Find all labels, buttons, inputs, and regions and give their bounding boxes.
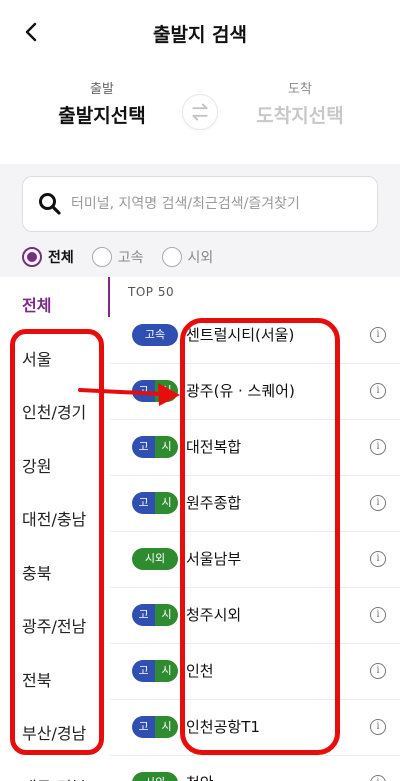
search-icon: [39, 193, 61, 215]
info-icon[interactable]: i: [370, 439, 386, 455]
list-heading: TOP 50: [128, 285, 175, 299]
filter-intercity-radio[interactable]: 시외: [161, 247, 214, 267]
swap-icon: [192, 103, 208, 121]
filter-all-radio[interactable]: 전체: [22, 247, 74, 267]
info-icon[interactable]: i: [370, 775, 386, 781]
departure-selector[interactable]: 출발 출발지선택: [22, 78, 182, 128]
radio-selected-icon: [22, 247, 42, 267]
swap-button[interactable]: [182, 94, 218, 130]
badge-text: 고: [132, 380, 155, 402]
info-icon[interactable]: i: [370, 719, 386, 735]
express-intercity-badge: 고시: [132, 436, 178, 458]
badge-text: 고: [132, 660, 155, 682]
radio-empty-icon: [91, 247, 112, 267]
express-intercity-badge: 고시: [132, 660, 178, 682]
express-intercity-badge: 고시: [132, 716, 178, 738]
search-box[interactable]: [22, 176, 378, 232]
filter-label: 시외: [187, 250, 214, 266]
badge-text: 시외: [132, 548, 178, 570]
annotation-region-highlight: [10, 329, 104, 755]
departure-value: 출발지선택: [58, 105, 146, 127]
express-badge: 고속: [132, 324, 178, 346]
info-icon[interactable]: i: [370, 495, 386, 511]
departure-label: 출발: [90, 82, 114, 97]
badge-text: 고: [132, 604, 155, 626]
express-intercity-badge: 고시: [132, 604, 178, 626]
info-icon[interactable]: i: [370, 607, 386, 623]
badge-text: 시: [155, 492, 178, 514]
info-icon[interactable]: i: [370, 327, 386, 343]
search-input[interactable]: [71, 189, 371, 219]
arrival-label: 도착: [288, 82, 312, 97]
filter-radio-group: 전체 고속 시외: [22, 244, 231, 270]
badge-text: 시: [155, 604, 178, 626]
info-icon[interactable]: i: [370, 551, 386, 567]
arrival-value: 도착지선택: [256, 105, 344, 127]
badge-text: 고: [132, 716, 155, 738]
page-title: 출발지 검색: [152, 24, 247, 46]
terminal-name: 천안: [186, 772, 214, 781]
badge-text: 시: [155, 436, 178, 458]
badge-text: 고: [132, 436, 155, 458]
intercity-badge: 시외: [132, 548, 178, 570]
radio-empty-icon: [161, 247, 182, 267]
terminal-row[interactable]: 시외 천안 i: [110, 756, 400, 781]
badge-text: 시: [155, 716, 178, 738]
badge-text: 시외: [132, 772, 178, 781]
badge-text: 고: [132, 492, 155, 514]
region-item-daegu-gyeongbuk[interactable]: 대구/경북: [0, 759, 108, 781]
filter-label: 고속: [117, 250, 144, 266]
info-icon[interactable]: i: [370, 663, 386, 679]
express-intercity-badge: 고시: [132, 380, 178, 402]
intercity-badge: 시외: [132, 772, 178, 781]
filter-express-radio[interactable]: 고속: [91, 247, 144, 267]
filter-label: 전체: [48, 250, 74, 266]
badge-text: 시: [155, 380, 178, 402]
app-header: 출발지 검색: [0, 0, 400, 64]
badge-text: 고속: [132, 324, 178, 346]
express-intercity-badge: 고시: [132, 492, 178, 514]
annotation-terminal-highlight: [180, 318, 340, 755]
search-area: 전체 고속 시외: [0, 164, 400, 277]
region-item-all[interactable]: 전체: [0, 277, 108, 331]
info-icon[interactable]: i: [370, 383, 386, 399]
badge-text: 시: [155, 660, 178, 682]
arrival-selector[interactable]: 도착 도착지선택: [220, 78, 380, 128]
route-selector: 출발 출발지선택 도착 도착지선택: [0, 64, 400, 164]
